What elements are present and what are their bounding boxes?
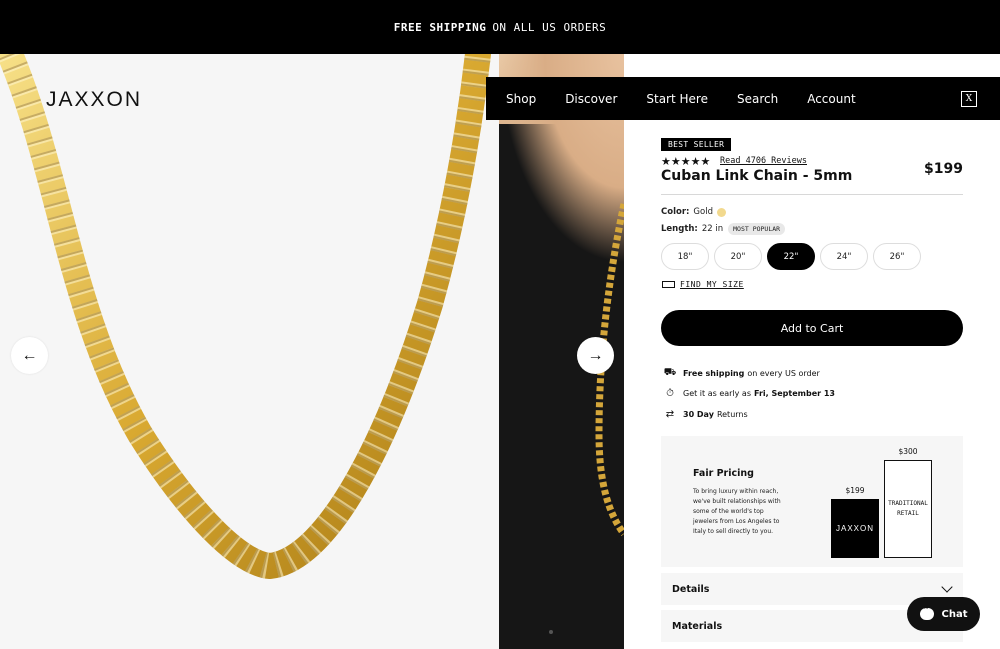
most-popular-badge: MOST POPULAR <box>728 223 786 235</box>
size-option-18[interactable]: 18" <box>661 243 709 270</box>
nav-start-here[interactable]: Start Here <box>646 92 708 106</box>
announcement-bold: FREE SHIPPING <box>393 20 487 34</box>
returns-text: Returns <box>716 410 748 419</box>
color-option: Color: Gold <box>661 207 726 217</box>
arrow-right-icon: → <box>587 346 604 364</box>
product-panel <box>624 120 1000 649</box>
ruler-icon <box>662 281 675 288</box>
perk-delivery: ⏱ Get it as early as Fri, September 13 <box>662 388 838 399</box>
nav-account[interactable]: Account <box>807 92 855 106</box>
find-my-size-link[interactable]: FIND MY SIZE <box>662 280 744 289</box>
color-value: Gold <box>693 207 713 217</box>
length-label: Length: <box>661 224 698 234</box>
jaxxon-price: $199 <box>845 486 865 495</box>
returns-icon: ⇄ <box>665 409 675 420</box>
arrow-left-icon: ← <box>21 346 38 364</box>
cart-icon[interactable]: X <box>961 91 977 107</box>
size-option-26[interactable]: 26" <box>873 243 921 270</box>
perk-shipping: ⛟ Free shipping on every US order <box>662 367 820 380</box>
details-label: Details <box>672 583 710 595</box>
shipping-bold: Free shipping <box>683 369 745 378</box>
add-to-cart-button[interactable]: Add to Cart <box>661 310 963 346</box>
prev-image-button[interactable]: ← <box>11 337 48 374</box>
best-seller-badge: BEST SELLER <box>661 138 732 151</box>
chat-button[interactable]: Chat <box>907 597 980 631</box>
size-option-24[interactable]: 24" <box>820 243 868 270</box>
color-label: Color: <box>661 207 690 217</box>
gold-chain-image <box>0 54 491 580</box>
length-option: Length: 22 in MOST POPULAR <box>661 223 786 235</box>
truck-icon: ⛟ <box>663 367 677 378</box>
announcement-bar: FREE SHIPPING ON ALL US ORDERS <box>0 0 1000 54</box>
fair-pricing-text: To bring luxury within reach, we've buil… <box>693 488 781 535</box>
product-image-main <box>0 54 499 649</box>
nav-search[interactable]: Search <box>737 92 778 106</box>
gallery-pagination <box>549 630 558 634</box>
reviews-link[interactable]: Read 4706 Reviews <box>720 156 807 166</box>
gallery-dot[interactable] <box>549 630 553 634</box>
shipping-text: on every US order <box>747 369 820 378</box>
nav-shop[interactable]: Shop <box>506 92 536 106</box>
fair-pricing-title: Fair Pricing <box>693 468 754 479</box>
announcement-text: ON ALL US ORDERS <box>492 20 607 34</box>
chat-label: Chat <box>941 608 968 620</box>
product-title: Cuban Link Chain - 5mm <box>661 168 853 184</box>
chevron-down-icon <box>941 581 953 593</box>
nav-discover[interactable]: Discover <box>565 92 617 106</box>
find-size-label: FIND MY SIZE <box>680 280 744 289</box>
returns-bold: 30 Day <box>683 410 714 419</box>
fair-pricing-card: Fair Pricing To bring luxury within reac… <box>661 436 963 567</box>
perk-returns: ⇄ 30 Day Returns <box>662 409 748 420</box>
delivery-text: Get it as early as <box>683 389 751 398</box>
materials-label: Materials <box>672 620 723 632</box>
length-value: 22 in <box>701 224 724 234</box>
jaxxon-price-bar: JAXXON <box>831 499 879 558</box>
size-option-20[interactable]: 20" <box>714 243 762 270</box>
jaxxon-logo[interactable]: JAXXON <box>46 88 142 112</box>
star-rating-icon: ★★★★★ <box>661 156 711 168</box>
retail-price: $300 <box>898 447 918 456</box>
clock-icon: ⏱ <box>666 388 674 399</box>
delivery-date: Fri, September 13 <box>754 389 835 398</box>
product-price: $199 <box>924 161 963 177</box>
retail-price-bar: TRADITIONAL RETAIL <box>884 460 932 558</box>
chat-bubble-icon <box>919 604 934 620</box>
size-option-22[interactable]: 22" <box>767 243 815 270</box>
gold-swatch[interactable] <box>716 207 726 217</box>
divider <box>661 194 963 195</box>
size-selector: 18" 20" 22" 24" 26" <box>661 243 926 270</box>
main-nav: Shop Discover Start Here Search Account … <box>486 77 1000 120</box>
next-image-button[interactable]: → <box>577 337 614 374</box>
